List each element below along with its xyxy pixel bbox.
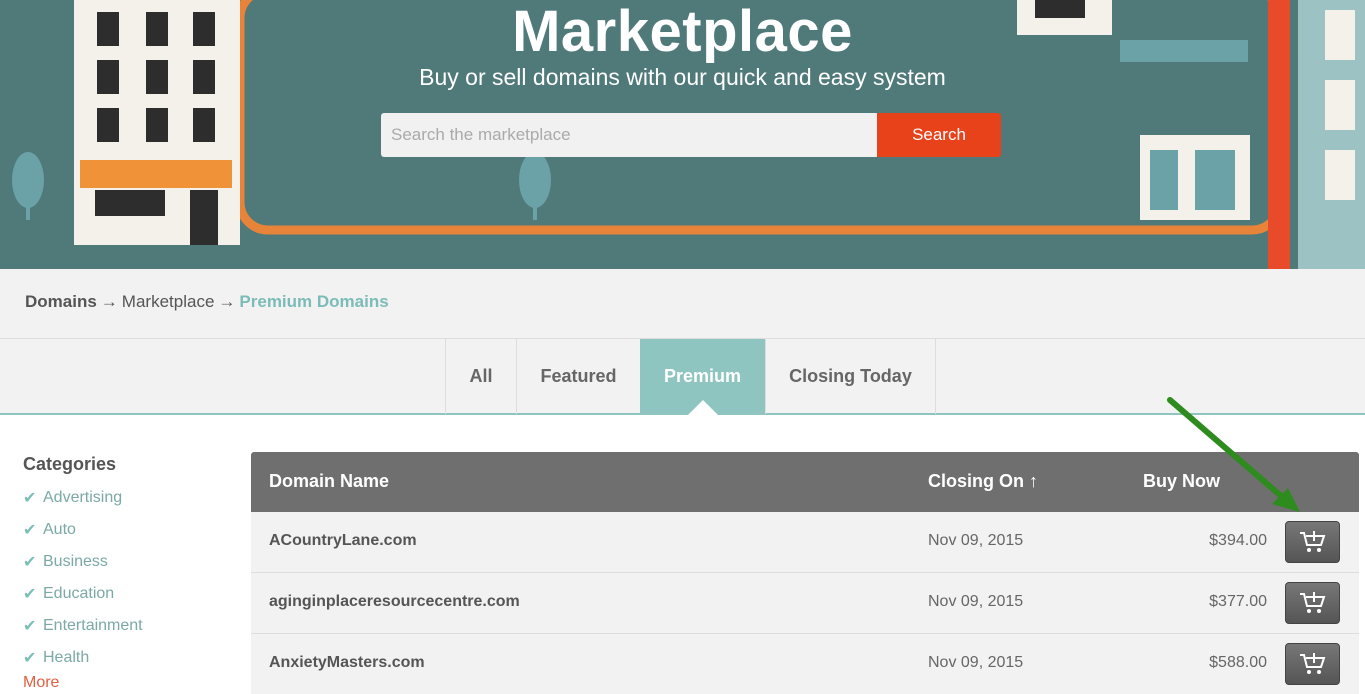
categories-sidebar: Categories ✔ Advertising ✔ Auto ✔ Business …	[23, 454, 243, 692]
category-item[interactable]: ✔ Advertising	[23, 482, 243, 514]
tab-all[interactable]: All	[445, 339, 516, 414]
category-item[interactable]: ✔ Business	[23, 546, 243, 578]
more-categories-link[interactable]: More	[23, 674, 243, 692]
tab-featured[interactable]: Featured	[516, 339, 640, 414]
hero-banner: Marketplace Buy or sell domains with our…	[0, 0, 1365, 269]
domain-name-link[interactable]: aginginplaceresourcecentre.com	[269, 593, 520, 611]
add-to-cart-button[interactable]	[1285, 521, 1340, 563]
checkmark-icon: ✔	[23, 490, 37, 507]
column-domain-name[interactable]: Domain Name	[269, 471, 389, 492]
breadcrumb: Domains → Marketplace → Premium Domains	[25, 292, 389, 312]
category-label: Entertainment	[43, 617, 143, 634]
cart-icon	[1299, 653, 1325, 674]
categories-heading: Categories	[23, 454, 117, 474]
breadcrumb-domains[interactable]: Domains	[25, 292, 97, 311]
category-label: Business	[43, 553, 108, 570]
checkmark-icon: ✔	[23, 586, 37, 603]
breadcrumb-marketplace[interactable]: Marketplace	[122, 292, 215, 311]
add-to-cart-button[interactable]	[1285, 643, 1340, 685]
checkmark-icon: ✔	[23, 522, 37, 539]
tab-premium[interactable]: Premium	[640, 339, 765, 416]
category-label: Health	[43, 649, 90, 666]
breadcrumb-premium-domains[interactable]: Premium Domains	[239, 292, 388, 311]
search-input[interactable]	[381, 113, 878, 157]
checkmark-icon: ✔	[23, 650, 37, 667]
annotation-arrow-icon	[1167, 397, 1300, 512]
price: $377.00	[1209, 593, 1267, 610]
closing-date: Nov 09, 2015	[928, 532, 1024, 549]
column-closing-on[interactable]: Closing On ↑	[928, 471, 1038, 492]
table-row: AnxietyMasters.com Nov 09, 2015 $588.00	[251, 634, 1359, 694]
closing-date: Nov 09, 2015	[928, 593, 1024, 610]
category-label: Education	[43, 585, 115, 602]
price: $588.00	[1209, 654, 1267, 671]
category-item[interactable]: ✔ Health	[23, 642, 243, 674]
domain-name-link[interactable]: AnxietyMasters.com	[269, 654, 425, 672]
category-item[interactable]: ✔ Education	[23, 578, 243, 610]
page-subtitle: Buy or sell domains with our quick and e…	[419, 64, 946, 90]
cart-icon	[1299, 592, 1325, 613]
checkmark-icon: ✔	[23, 618, 37, 635]
category-item[interactable]: ✔ Auto	[23, 514, 243, 546]
cart-icon	[1299, 531, 1325, 552]
add-to-cart-button[interactable]	[1285, 582, 1340, 624]
checkmark-icon: ✔	[23, 554, 37, 571]
category-item[interactable]: ✔ Entertainment	[23, 610, 243, 642]
category-label: Auto	[43, 521, 76, 538]
breadcrumb-separator: →	[218, 292, 236, 311]
table-row: aginginplaceresourcecentre.com Nov 09, 2…	[251, 573, 1359, 634]
search-button[interactable]: Search	[877, 113, 1001, 157]
page-title: Marketplace	[512, 0, 853, 64]
tab-closing-today[interactable]: Closing Today	[765, 339, 936, 414]
closing-date: Nov 09, 2015	[928, 654, 1024, 671]
domain-name-link[interactable]: ACountryLane.com	[269, 532, 417, 550]
category-label: Advertising	[43, 489, 123, 506]
price: $394.00	[1209, 532, 1267, 549]
breadcrumb-separator: →	[100, 292, 118, 311]
